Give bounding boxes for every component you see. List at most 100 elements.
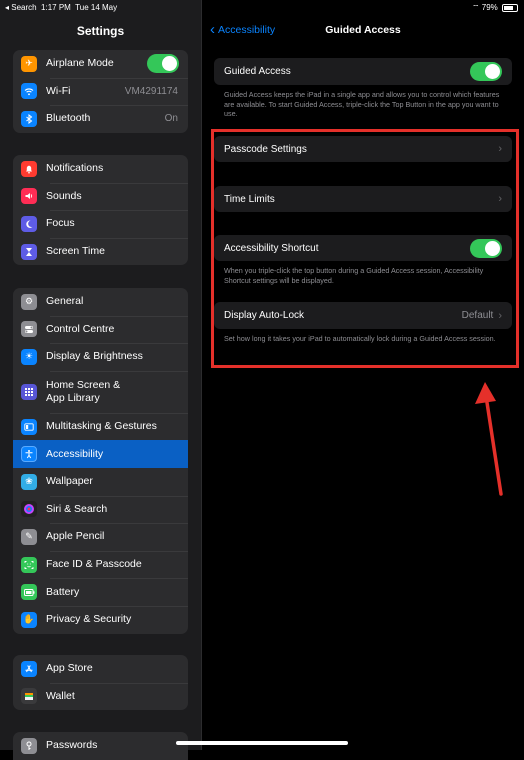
accessibility-icon bbox=[21, 446, 37, 463]
sidebar-item-label: Bluetooth bbox=[46, 112, 91, 125]
display-auto-lock-footer: Set how long it takes your iPad to autom… bbox=[224, 334, 496, 343]
sidebar-item-passwords[interactable]: Passwords bbox=[13, 732, 188, 760]
accessibility-shortcut-toggle[interactable] bbox=[470, 238, 502, 258]
app-store-icon bbox=[21, 660, 37, 677]
wifi-icon bbox=[21, 83, 37, 100]
sun-icon: ☀ bbox=[21, 348, 37, 365]
sidebar-item-general[interactable]: ⚙ General bbox=[13, 288, 188, 316]
sidebar-item-focus[interactable]: Focus bbox=[13, 210, 188, 238]
grid-icon bbox=[21, 383, 37, 400]
guided-access-footer: Guided Access keeps the iPad in a single… bbox=[224, 90, 500, 119]
sidebar-item-app-store[interactable]: App Store bbox=[13, 655, 188, 683]
settings-sidebar: Settings ✈ Airplane Mode Wi-Fi VM4291174… bbox=[0, 0, 202, 760]
sidebar-title: Settings bbox=[76, 24, 125, 38]
back-button-label: Accessibility bbox=[218, 24, 276, 36]
guided-access-toggle[interactable] bbox=[470, 62, 502, 81]
sidebar-item-face-id[interactable]: Face ID & Passcode bbox=[13, 550, 188, 579]
sidebar-item-notifications[interactable]: Notifications bbox=[13, 155, 188, 183]
siri-icon bbox=[21, 501, 37, 518]
sidebar-item-label: Notifications bbox=[46, 162, 104, 175]
status-left: ◂ Search 1:17 PM Tue 14 May bbox=[5, 3, 117, 12]
sidebar-group-store: App Store Wallet bbox=[13, 655, 188, 711]
face-id-icon bbox=[21, 556, 37, 573]
sidebar-item-label: Sounds bbox=[46, 189, 82, 202]
chevron-right-icon: › bbox=[498, 193, 502, 205]
guided-access-row: Guided Access bbox=[214, 58, 512, 85]
sidebar-item-label: Battery bbox=[46, 585, 80, 598]
airplane-mode-toggle[interactable] bbox=[147, 54, 179, 74]
sidebar-item-wifi[interactable]: Wi-Fi VM4291174 bbox=[13, 77, 188, 106]
flower-icon: ❀ bbox=[21, 473, 37, 490]
gear-icon: ⚙ bbox=[21, 293, 37, 310]
battery-icon bbox=[502, 3, 518, 12]
sidebar-item-home-screen[interactable]: Home Screen & App Library bbox=[13, 370, 188, 413]
status-bar: ◂ Search 1:17 PM Tue 14 May ⌔ 79% bbox=[0, 0, 524, 14]
display-auto-lock-row[interactable]: Display Auto-Lock Default › bbox=[214, 302, 512, 329]
battery-settings-icon bbox=[21, 584, 37, 601]
hourglass-icon bbox=[21, 243, 37, 260]
wifi-network-name: VM4291174 bbox=[124, 85, 178, 97]
sidebar-item-accessibility[interactable]: Accessibility bbox=[13, 440, 188, 468]
accessibility-shortcut-label: Accessibility Shortcut bbox=[224, 242, 319, 254]
wifi-status-icon: ⌔ bbox=[471, 3, 480, 12]
moon-icon bbox=[21, 215, 37, 232]
sidebar-item-label: Airplane Mode bbox=[46, 57, 114, 70]
status-right: ⌔ 79% bbox=[472, 3, 518, 13]
accessibility-shortcut-footer: When you triple-click the top button dur… bbox=[224, 266, 484, 285]
chevron-left-icon: ‹ bbox=[210, 21, 215, 38]
multitask-icon bbox=[21, 418, 37, 435]
speaker-icon bbox=[21, 188, 37, 205]
sidebar-item-label-line1: Home Screen & bbox=[46, 378, 121, 391]
wallet-icon bbox=[21, 688, 37, 705]
sidebar-item-sounds[interactable]: Sounds bbox=[13, 182, 188, 211]
sidebar-item-label: Control Centre bbox=[46, 322, 115, 335]
key-icon bbox=[21, 737, 37, 754]
display-auto-lock-label: Display Auto-Lock bbox=[224, 310, 305, 321]
sidebar-item-label: Passwords bbox=[46, 739, 98, 752]
sidebar-item-label-line2: App Library bbox=[46, 391, 100, 404]
back-to-accessibility-button[interactable]: ‹ Accessibility bbox=[210, 21, 276, 38]
sidebar-item-screen-time[interactable]: Screen Time bbox=[13, 237, 188, 266]
bluetooth-icon bbox=[21, 110, 37, 127]
display-auto-lock-value: Default bbox=[461, 310, 494, 321]
hand-icon: ✋ bbox=[21, 611, 37, 628]
sidebar-item-siri-search[interactable]: Siri & Search bbox=[13, 495, 188, 524]
sidebar-item-airplane-mode[interactable]: ✈ Airplane Mode bbox=[13, 50, 188, 78]
sidebar-item-label: Siri & Search bbox=[46, 502, 108, 515]
sidebar-item-label: Focus bbox=[46, 217, 75, 230]
guided-access-pane: ‹ Accessibility Guided Access Guided Acc… bbox=[202, 0, 524, 750]
airplane-icon: ✈ bbox=[21, 55, 37, 72]
passcode-settings-row[interactable]: Passcode Settings › bbox=[214, 136, 512, 162]
sidebar-item-label: Privacy & Security bbox=[46, 613, 132, 626]
sidebar-item-control-centre[interactable]: Control Centre bbox=[13, 315, 188, 344]
status-date: Tue 14 May bbox=[75, 3, 118, 12]
sidebar-group-accounts: Passwords bbox=[13, 732, 188, 760]
sidebar-item-label: App Store bbox=[46, 662, 93, 675]
sidebar-item-bluetooth[interactable]: Bluetooth On bbox=[13, 105, 188, 133]
sidebar-item-label: Wallet bbox=[46, 689, 75, 702]
pencil-icon: ✎ bbox=[21, 528, 37, 545]
sidebar-group-connectivity: ✈ Airplane Mode Wi-Fi VM4291174 Bluetoot… bbox=[13, 50, 188, 133]
back-to-app-link[interactable]: ◂ Search bbox=[5, 3, 37, 12]
home-indicator[interactable] bbox=[176, 741, 348, 745]
status-time: 1:17 PM bbox=[41, 3, 71, 12]
sidebar-item-label: Apple Pencil bbox=[46, 530, 105, 543]
sidebar-item-privacy-security[interactable]: ✋ Privacy & Security bbox=[13, 605, 188, 634]
sidebar-item-wallpaper[interactable]: ❀ Wallpaper bbox=[13, 468, 188, 496]
time-limits-row[interactable]: Time Limits › bbox=[214, 186, 512, 212]
bell-icon bbox=[21, 160, 37, 177]
chevron-right-icon: › bbox=[498, 143, 502, 155]
chevron-right-icon: › bbox=[498, 309, 502, 322]
sidebar-item-label: General bbox=[46, 295, 84, 308]
switches-icon bbox=[21, 321, 37, 338]
sidebar-item-label: Wi-Fi bbox=[46, 84, 71, 97]
sidebar-item-label: Face ID & Passcode bbox=[46, 558, 142, 571]
sidebar-item-multitasking[interactable]: Multitasking & Gestures bbox=[13, 412, 188, 441]
sidebar-item-apple-pencil[interactable]: ✎ Apple Pencil bbox=[13, 523, 188, 551]
battery-percent: 79% bbox=[481, 3, 498, 12]
sidebar-item-display-brightness[interactable]: ☀ Display & Brightness bbox=[13, 343, 188, 371]
sidebar-item-battery[interactable]: Battery bbox=[13, 578, 188, 606]
sidebar-item-label: Accessibility bbox=[46, 447, 104, 460]
sidebar-item-wallet[interactable]: Wallet bbox=[13, 682, 188, 711]
sidebar-group-system: ⚙ General Control Centre ☀ Display & Bri… bbox=[13, 288, 188, 634]
